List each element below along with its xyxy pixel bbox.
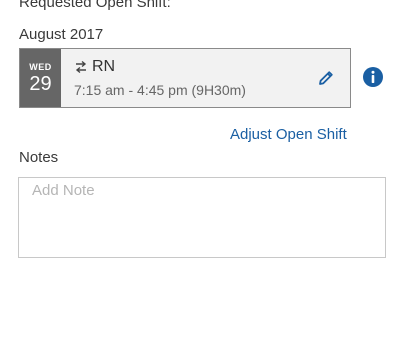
month-label: August 2017 [19, 26, 104, 43]
info-icon [363, 67, 383, 87]
pencil-icon [319, 71, 333, 85]
add-note-input[interactable] [18, 177, 386, 258]
shift-card[interactable]: WED 29 RN 7:15 am - 4:45 pm (9H30m) [19, 48, 351, 108]
date-block: WED 29 [20, 49, 61, 107]
shift-role: RN [74, 58, 115, 76]
shift-info: RN 7:15 am - 4:45 pm (9H30m) [61, 49, 350, 107]
adjust-open-shift-link[interactable]: Adjust Open Shift [230, 126, 347, 143]
notes-label: Notes [19, 149, 59, 166]
day-number: 29 [29, 72, 52, 95]
day-name: WED [29, 61, 52, 72]
edit-shift-button[interactable] [315, 67, 337, 89]
shift-time: 7:15 am - 4:45 pm (9H30m) [74, 82, 246, 98]
shift-role-label: RN [92, 58, 116, 75]
swap-arrows-icon [74, 60, 88, 74]
requested-open-shift-label: Requested Open Shift: [19, 0, 171, 11]
info-button[interactable] [362, 66, 384, 88]
